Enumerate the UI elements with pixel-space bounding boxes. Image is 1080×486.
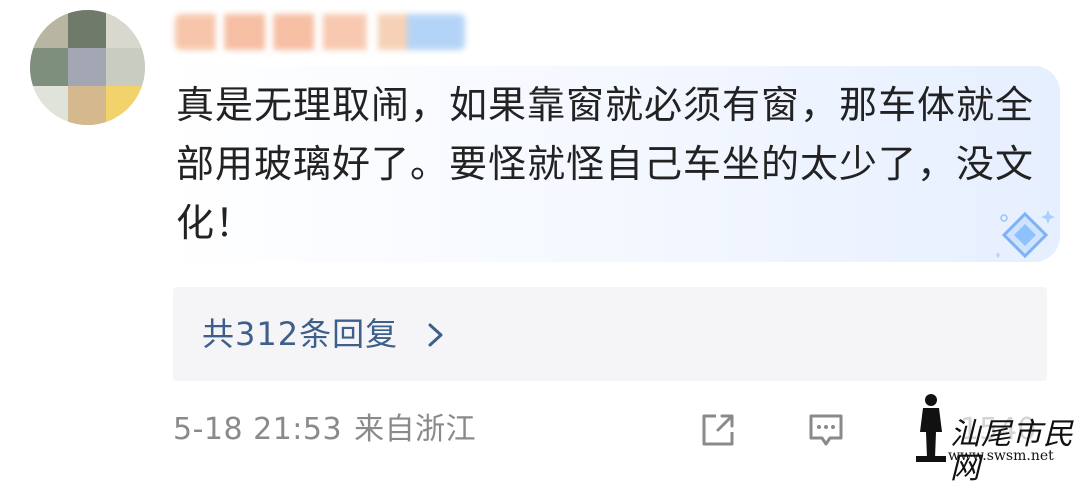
comment-text: 真是无理取闹，如果靠窗就必须有窗，那车体就全部用玻璃好了。要怪就怪自己车坐的太少… xyxy=(176,83,1035,245)
timestamp: 5-18 21:53 xyxy=(173,412,343,447)
diamond-icon xyxy=(996,210,1055,259)
watermark-figure-icon xyxy=(916,394,946,462)
avatar[interactable] xyxy=(30,10,145,125)
share-icon[interactable] xyxy=(698,410,738,450)
replies-link[interactable]: 共312条回复 xyxy=(202,307,398,361)
chevron-right-icon[interactable] xyxy=(425,320,447,350)
comment-meta: 5-18 21:53 来自浙江 xyxy=(173,408,488,452)
comment-icon[interactable] xyxy=(806,410,846,450)
location: 来自浙江 xyxy=(354,412,477,447)
username-blurred[interactable] xyxy=(175,14,465,50)
watermark-url: www.swsm.net xyxy=(948,448,1054,464)
